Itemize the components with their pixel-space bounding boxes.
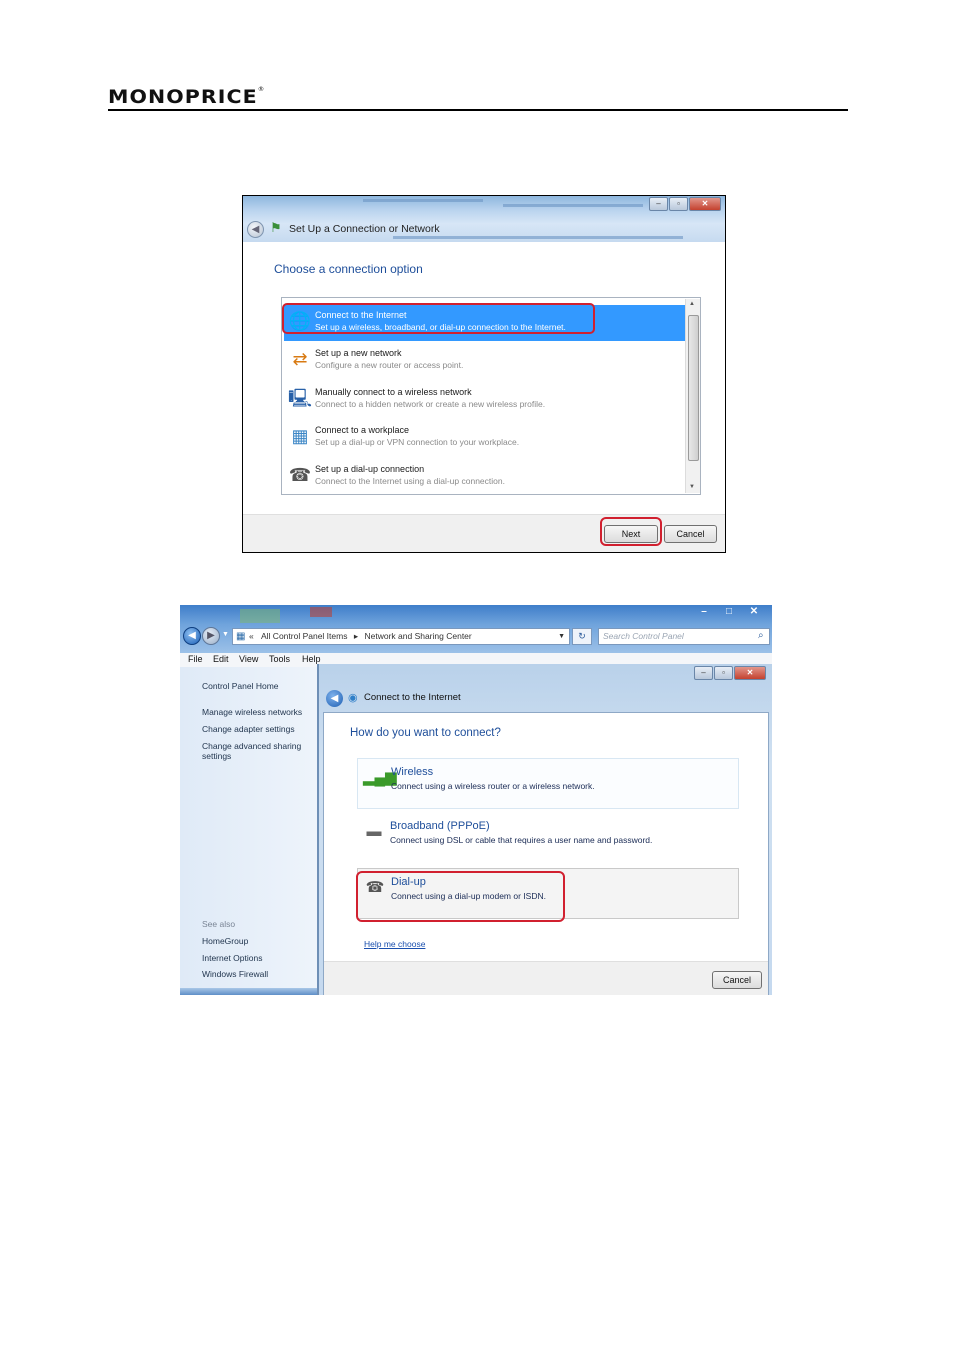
- cancel-button[interactable]: Cancel: [664, 525, 717, 543]
- help-me-choose-link[interactable]: Help me choose: [364, 939, 425, 949]
- cancel-button[interactable]: Cancel: [712, 971, 762, 989]
- close-button[interactable]: ✕: [742, 605, 766, 619]
- highlight-annotation: [356, 871, 565, 922]
- sidebar-control-panel-home[interactable]: Control Panel Home: [202, 681, 279, 691]
- sidebar-adapter-settings[interactable]: Change adapter settings: [202, 724, 295, 734]
- option-workplace[interactable]: ▦ Connect to a workplace Set up a dial-u…: [284, 420, 686, 456]
- dialog-minimize-button[interactable]: –: [694, 666, 713, 680]
- sidebar-windows-firewall[interactable]: Windows Firewall: [202, 969, 268, 979]
- menu-help[interactable]: Help: [302, 654, 321, 664]
- dialog-close-button[interactable]: ✕: [734, 666, 766, 680]
- connect-internet-screenshot: – □ ✕ ◀ ▶ ▼ ▦ « All Control Panel Items …: [180, 605, 772, 995]
- menu-file[interactable]: File: [188, 654, 203, 664]
- dialog-footer: Cancel: [324, 961, 768, 995]
- wireless-computer-icon: 🖳: [288, 388, 313, 408]
- dialog-maximize-button[interactable]: ▫: [714, 666, 733, 680]
- minimize-button[interactable]: –: [692, 605, 716, 619]
- option-broadband[interactable]: ▬ Broadband (PPPoE) Connect using DSL or…: [357, 813, 739, 864]
- connect-internet-icon: ◉: [348, 692, 358, 704]
- workplace-icon: ▦: [291, 426, 309, 446]
- monoprice-logo: MONOPRICE®: [108, 86, 266, 108]
- menu-edit[interactable]: Edit: [213, 654, 229, 664]
- option-new-network[interactable]: ⇄ Set up a new network Configure a new r…: [284, 343, 686, 379]
- minimize-button[interactable]: –: [649, 197, 668, 211]
- see-also-label: See also: [202, 919, 236, 929]
- back-button[interactable]: ◀: [183, 627, 201, 645]
- refresh-button[interactable]: ↻: [572, 628, 592, 645]
- dialog-title: Connect to the Internet: [364, 692, 461, 703]
- menu-view[interactable]: View: [239, 654, 258, 664]
- sidebar-edge: [180, 988, 318, 995]
- maximize-button[interactable]: □: [717, 605, 741, 619]
- control-panel-icon: ▦: [236, 631, 246, 642]
- dialog-heading: How do you want to connect?: [350, 727, 501, 739]
- close-button[interactable]: ✕: [689, 197, 721, 211]
- sidebar-advanced-sharing[interactable]: Change advanced sharing settings: [202, 741, 310, 761]
- scrollbar-thumb[interactable]: [688, 315, 699, 461]
- scroll-up-icon[interactable]: ▲: [689, 301, 695, 307]
- highlight-annotation: [282, 303, 595, 334]
- dialog-back-button[interactable]: ◀: [326, 690, 343, 707]
- breadcrumb-all-items[interactable]: All Control Panel Items: [261, 631, 347, 641]
- signal-bars-icon: ▂▄▆: [363, 769, 397, 786]
- window-titlebar: – ▫ ✕: [243, 196, 725, 242]
- sidebar: Control Panel Home Manage wireless netwo…: [180, 667, 318, 995]
- header-divider: [108, 109, 848, 111]
- router-icon: ⇄: [292, 349, 308, 369]
- phone-icon: ☎: [288, 465, 312, 485]
- option-manual-wireless[interactable]: 🖳 Manually connect to a wireless network…: [284, 382, 686, 418]
- back-button[interactable]: ◀: [247, 221, 264, 238]
- address-bar[interactable]: ▦ « All Control Panel Items ▸ Network an…: [232, 628, 570, 645]
- breadcrumb-network-center[interactable]: Network and Sharing Center: [364, 631, 471, 641]
- network-setup-icon: ⚑: [270, 220, 282, 235]
- forward-button[interactable]: ▶: [202, 627, 220, 645]
- menu-tools[interactable]: Tools: [269, 654, 290, 664]
- search-input[interactable]: Search Control Panel: [598, 628, 770, 645]
- window-title: Set Up a Connection or Network: [289, 223, 440, 235]
- dialog-heading: Choose a connection option: [274, 262, 423, 276]
- option-wireless[interactable]: ▂▄▆ Wireless Connect using a wireless ro…: [357, 758, 739, 809]
- sidebar-homegroup[interactable]: HomeGroup: [202, 936, 248, 946]
- sidebar-manage-wireless[interactable]: Manage wireless networks: [202, 707, 302, 717]
- scroll-down-icon[interactable]: ▼: [689, 484, 695, 490]
- search-icon[interactable]: ⌕: [758, 630, 764, 641]
- history-dropdown-icon[interactable]: ▼: [222, 631, 229, 638]
- list-scrollbar[interactable]: ▲ ▼: [685, 299, 700, 493]
- dialog-window-buttons: – ▫ ✕: [694, 666, 766, 680]
- setup-connection-screenshot: – ▫ ✕ ◀ ⚑ Set Up a Connection or Network…: [242, 195, 726, 553]
- sidebar-internet-options[interactable]: Internet Options: [202, 953, 262, 963]
- modem-icon: ▬: [366, 823, 382, 840]
- option-dialup[interactable]: ☎ Set up a dial-up connection Connect to…: [284, 459, 686, 495]
- maximize-button[interactable]: ▫: [669, 197, 688, 211]
- highlight-annotation: [600, 517, 662, 546]
- address-dropdown-icon[interactable]: ▼: [558, 629, 565, 644]
